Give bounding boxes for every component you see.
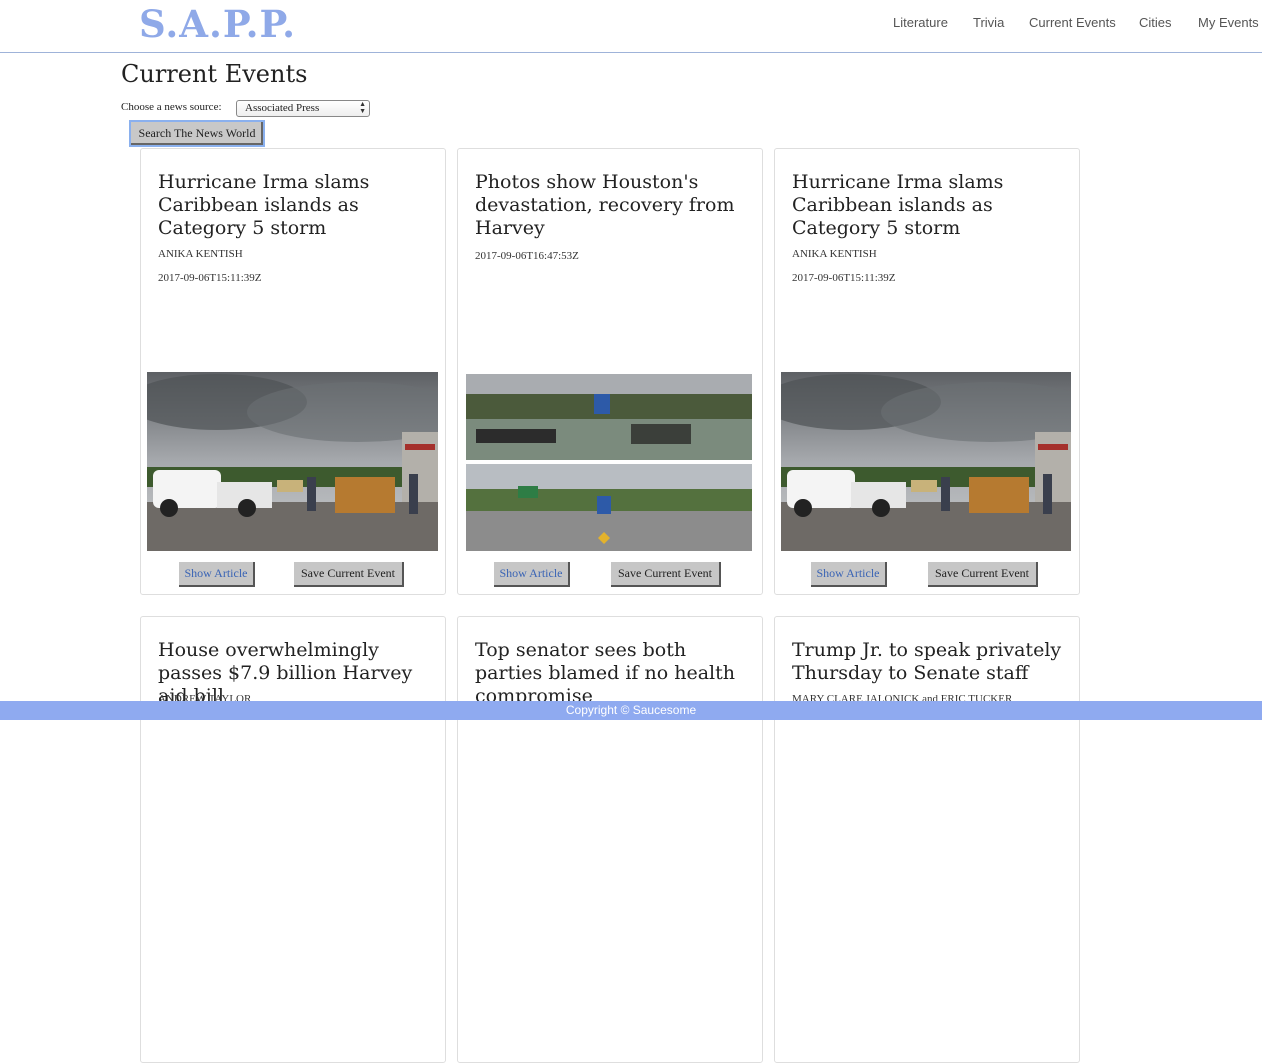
show-article-button[interactable]: Show Article: [179, 562, 255, 587]
nav-current-events[interactable]: Current Events: [1029, 15, 1116, 30]
card-title: Photos show Houston's devastation, recov…: [475, 171, 735, 239]
card-photo: [466, 374, 752, 551]
card-title: Top senator sees both parties blamed if …: [475, 639, 735, 707]
card-title: Trump Jr. to speak privately Thursday to…: [792, 639, 1062, 684]
card-date: 2017-09-06T15:11:39Z: [158, 272, 262, 284]
news-source-value: Associated Press: [245, 102, 320, 114]
nav-cities[interactable]: Cities: [1139, 15, 1172, 30]
save-event-button[interactable]: Save Current Event: [611, 562, 721, 587]
page-title: Current Events: [121, 60, 308, 88]
card-author: ANIKA KENTISH: [158, 248, 243, 260]
card-title: Hurricane Irma slams Caribbean islands a…: [158, 171, 370, 239]
card-photo: [781, 372, 1071, 551]
news-source-label: Choose a news source:: [121, 101, 222, 113]
nav-trivia[interactable]: Trivia: [973, 15, 1004, 30]
footer-copyright: Copyright © Saucesome: [0, 701, 1262, 720]
top-header: S.A.P.P. Literature Trivia Current Event…: [0, 0, 1262, 53]
save-event-button[interactable]: Save Current Event: [294, 562, 404, 587]
show-article-button[interactable]: Show Article: [811, 562, 887, 587]
card-date: 2017-09-06T16:47:53Z: [475, 250, 579, 262]
select-arrows-icon: ▲ ▼: [359, 100, 366, 115]
news-card: Top senator sees both parties blamed if …: [457, 616, 763, 1063]
card-date: 2017-09-06T15:11:39Z: [792, 272, 896, 284]
show-article-button[interactable]: Show Article: [494, 562, 570, 587]
news-card: House overwhelmingly passes $7.9 billion…: [140, 616, 446, 1063]
card-title: Hurricane Irma slams Caribbean islands a…: [792, 171, 1004, 239]
card-photo: [147, 372, 438, 551]
app-logo[interactable]: S.A.P.P.: [139, 2, 296, 46]
news-card: Hurricane Irma slams Caribbean islands a…: [140, 148, 446, 595]
card-author: ANIKA KENTISH: [792, 248, 877, 260]
nav-literature[interactable]: Literature: [893, 15, 948, 30]
news-card: Photos show Houston's devastation, recov…: [457, 148, 763, 595]
news-card: Hurricane Irma slams Caribbean islands a…: [774, 148, 1080, 595]
news-source-select[interactable]: Associated Press ▲ ▼: [236, 100, 370, 117]
news-card: Trump Jr. to speak privately Thursday to…: [774, 616, 1080, 1063]
search-news-button[interactable]: Search The News World: [129, 120, 265, 147]
save-event-button[interactable]: Save Current Event: [928, 562, 1038, 587]
nav-my-events[interactable]: My Events: [1198, 15, 1259, 30]
